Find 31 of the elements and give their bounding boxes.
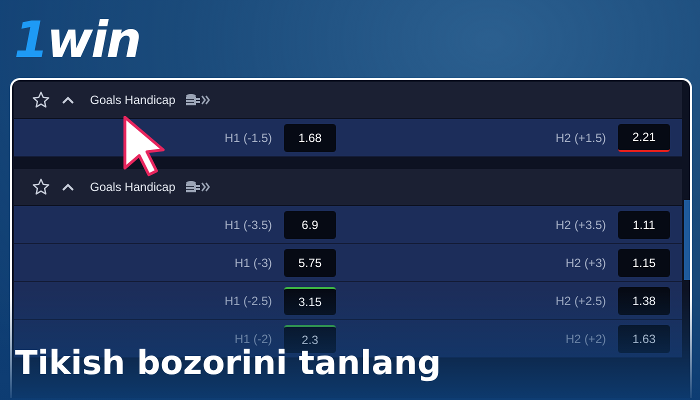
outcome-label: H1 (-1.5) bbox=[224, 130, 272, 144]
scrollbar[interactable] bbox=[684, 200, 690, 280]
logo: 1win bbox=[14, 12, 140, 68]
odds-button[interactable]: 3.15 bbox=[284, 286, 336, 314]
outcome-label: H1 (-2.5) bbox=[224, 294, 272, 308]
odds-button[interactable]: 1.11 bbox=[618, 210, 670, 238]
outcome-label: H2 (+3.5) bbox=[556, 218, 606, 232]
star-icon[interactable] bbox=[32, 91, 50, 109]
outcome-label: H1 (-3.5) bbox=[224, 218, 272, 232]
chevron-icon[interactable] bbox=[62, 183, 74, 191]
coins-icon bbox=[185, 93, 212, 107]
coins-icon bbox=[185, 180, 212, 194]
odds-button[interactable]: 1.68 bbox=[284, 124, 336, 152]
odds-button[interactable]: 1.38 bbox=[618, 286, 670, 314]
market-header[interactable]: Goals Handicap bbox=[14, 82, 682, 119]
odds-button[interactable]: 1.15 bbox=[618, 248, 670, 276]
outcome-label: H2 (+2.5) bbox=[556, 294, 606, 308]
outcome-label: H2 (+1.5) bbox=[556, 130, 606, 144]
outcome-label: H1 (-2) bbox=[234, 332, 272, 346]
outcome-label: H2 (+3) bbox=[566, 256, 606, 270]
odds-button[interactable]: 5.75 bbox=[284, 248, 336, 276]
market-header[interactable]: Goals Handicap bbox=[14, 169, 682, 206]
outcome-label: H1 (-3) bbox=[234, 256, 272, 270]
outcome-label: H2 (+2) bbox=[566, 332, 606, 346]
market-title: Goals Handicap bbox=[90, 93, 176, 107]
chevron-icon[interactable] bbox=[62, 96, 74, 104]
odds-button[interactable]: 1.63 bbox=[618, 324, 670, 352]
market-title: Goals Handicap bbox=[90, 180, 176, 194]
star-icon[interactable] bbox=[32, 178, 50, 196]
odds-button[interactable]: 2.21 bbox=[618, 124, 670, 152]
odds-button[interactable]: 6.9 bbox=[284, 210, 336, 238]
